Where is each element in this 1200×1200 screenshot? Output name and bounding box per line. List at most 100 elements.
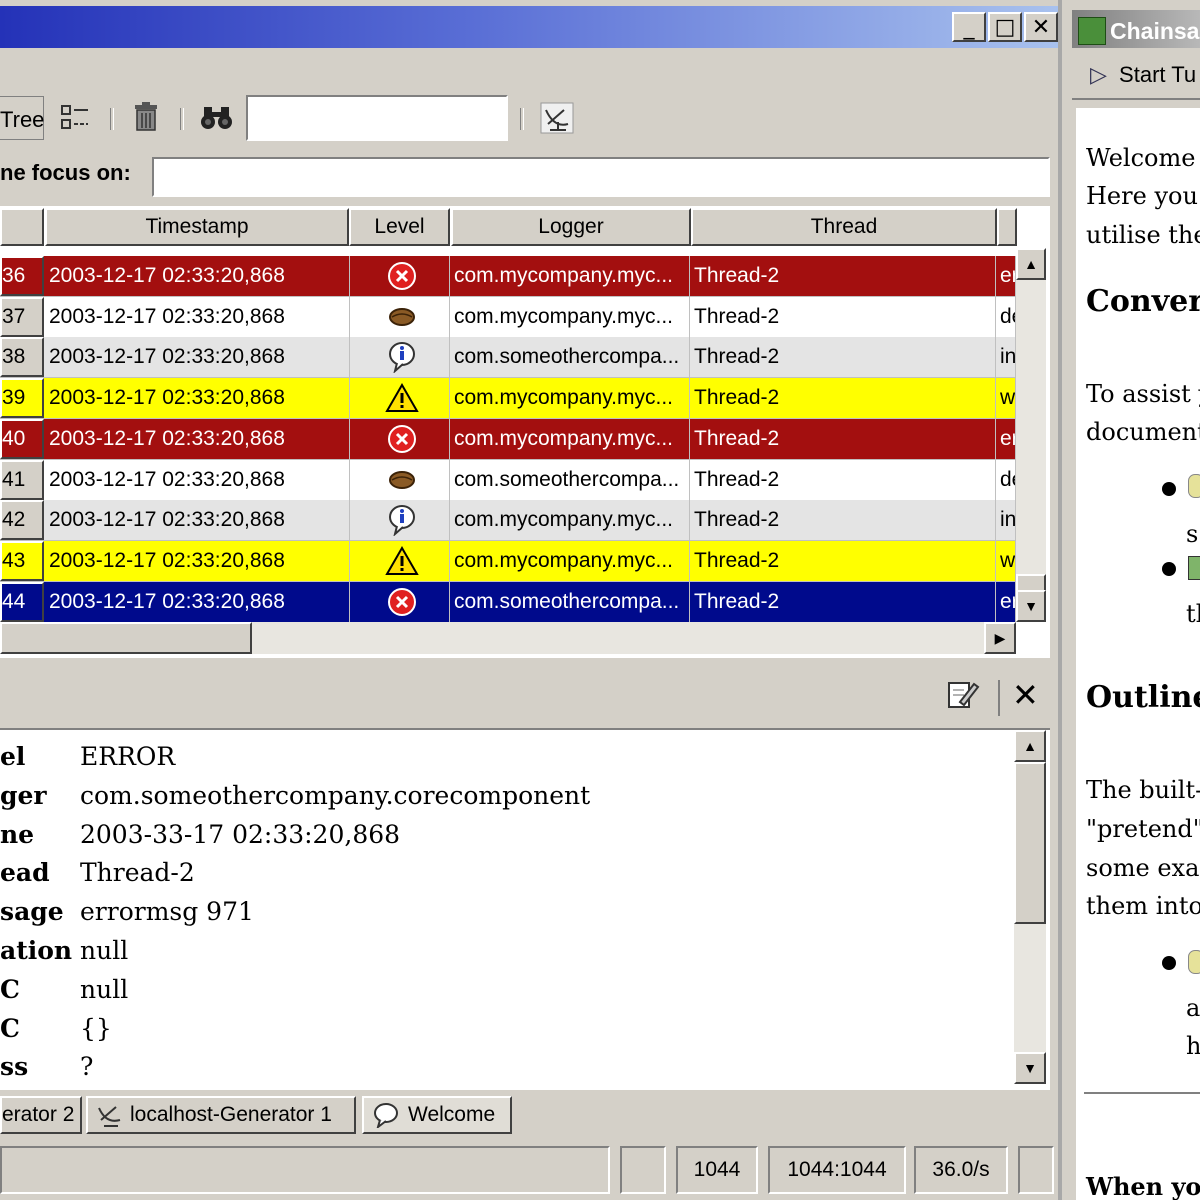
detail-layout-button[interactable] — [60, 104, 90, 137]
help-divider — [1084, 1092, 1200, 1094]
detail-scroll-down-button[interactable]: ▼ — [1014, 1052, 1046, 1084]
tab-welcome[interactable]: Welcome — [362, 1096, 512, 1134]
maximize-button[interactable]: □ — [988, 12, 1022, 42]
clear-events-button[interactable] — [132, 102, 160, 137]
tab-label: erator 2 — [2, 1103, 75, 1126]
scroll-down-button[interactable]: ▼ — [1016, 590, 1046, 622]
satellite-dish-icon — [540, 102, 574, 134]
timestamp-cell: 2003-12-17 02:33:20,868 — [45, 337, 350, 378]
list-layout-icon — [61, 105, 88, 129]
status-extra — [1018, 1146, 1054, 1194]
table-row[interactable]: 40 2003-12-17 02:33:20,868 com.mycompany.m… — [0, 418, 1016, 460]
focus-input[interactable] — [152, 157, 1050, 197]
level-cell — [350, 296, 450, 337]
arrow-up-icon: ▲ — [1023, 738, 1037, 754]
thread-cell: Thread-2 — [690, 581, 996, 622]
level-cell — [350, 500, 450, 541]
error-icon — [387, 424, 417, 454]
help-text-line: a — [1186, 994, 1200, 1022]
column-header-level[interactable]: Level — [349, 208, 450, 246]
title-bar[interactable] — [0, 6, 1062, 48]
thread-cell: Thread-2 — [690, 500, 996, 541]
thread-cell: Thread-2 — [690, 256, 996, 296]
event-rows: 36 2003-12-17 02:33:20,868 com.mycompany.m… — [0, 256, 1016, 624]
scroll-up-button[interactable]: ▲ — [1016, 248, 1046, 280]
receiver-button[interactable] — [540, 102, 574, 139]
detail-field-value: com.someothercompany.corecomponent — [80, 780, 591, 810]
table-row[interactable]: 38 2003-12-17 02:33:20,868 com.someotherco… — [0, 337, 1016, 379]
list-bullet — [1162, 956, 1176, 970]
table-row[interactable]: 36 2003-12-17 02:33:20,868 com.mycompany.m… — [0, 256, 1016, 297]
scroll-right-button[interactable]: ▶ — [984, 622, 1016, 654]
message-cell: de — [996, 459, 1016, 500]
tab-generator-2[interactable]: erator 2 — [0, 1096, 82, 1134]
table-vertical-scrollbar[interactable] — [1016, 248, 1046, 622]
column-header-id[interactable] — [0, 208, 44, 246]
message-cell: er — [996, 581, 1016, 622]
start-tutorial-button[interactable]: ▷ Start Tu — [1090, 62, 1196, 88]
minimize-button[interactable]: _ — [952, 12, 986, 42]
find-button[interactable] — [200, 104, 234, 137]
detail-scroll-thumb[interactable] — [1014, 762, 1046, 924]
arrow-up-icon: ▲ — [1024, 256, 1038, 272]
detail-field-value: Thread-2 — [80, 858, 195, 888]
trash-icon — [135, 102, 157, 131]
close-button[interactable]: ✕ — [1024, 12, 1058, 42]
column-header-logger[interactable]: Logger — [451, 208, 691, 246]
table-row[interactable]: 44 2003-12-17 02:33:20,868 com.someotherco… — [0, 581, 1016, 623]
column-header-thread[interactable]: Thread — [691, 208, 997, 246]
row-number-cell: 42 — [0, 500, 44, 541]
table-row[interactable]: 37 2003-12-17 02:33:20,868 com.mycompany.m… — [0, 296, 1016, 338]
table-row[interactable]: 43 2003-12-17 02:33:20,868 com.mycompany.m… — [0, 540, 1016, 582]
thread-cell: Thread-2 — [690, 459, 996, 500]
detail-field-label: ne — [0, 819, 35, 849]
start-tutorial-label: Start Tu — [1119, 62, 1197, 87]
logger-cell: com.someothercompa... — [450, 337, 690, 378]
detail-field-label: ss — [0, 1052, 29, 1082]
column-header-timestamp[interactable]: Timestamp — [45, 208, 349, 246]
help-text-line: s — [1186, 520, 1199, 548]
edit-icon — [948, 682, 980, 708]
row-number-cell: 40 — [0, 418, 44, 459]
column-header-message[interactable] — [997, 208, 1017, 246]
horizontal-scroll-thumb[interactable] — [0, 622, 252, 654]
help-heading: Outline — [1086, 680, 1200, 715]
help-window-title-bar[interactable]: Chainsa — [1072, 10, 1200, 48]
column-header-label: Level — [374, 215, 425, 238]
close-icon: ✕ — [1012, 676, 1039, 714]
level-cell — [350, 459, 450, 500]
find-input[interactable] — [246, 95, 508, 141]
tree-toggle-button[interactable]: Tree — [0, 96, 44, 140]
table-row[interactable]: 41 2003-12-17 02:33:20,868 com.someotherco… — [0, 459, 1016, 501]
help-text-line: Here you v — [1086, 182, 1200, 210]
table-row[interactable]: 42 2003-12-17 02:33:20,868 com.mycompany.m… — [0, 500, 1016, 542]
help-text-line: To assist y — [1086, 380, 1200, 408]
chainsaw-app-icon — [1078, 16, 1106, 45]
edit-detail-button[interactable] — [946, 678, 980, 715]
minimize-icon: _ — [963, 14, 975, 40]
column-header-label: Thread — [810, 215, 878, 238]
timestamp-cell: 2003-12-17 02:33:20,868 — [45, 581, 350, 622]
detail-field-value: ERROR — [80, 742, 176, 771]
play-icon: ▷ — [1090, 62, 1107, 87]
table-row[interactable]: 39 2003-12-17 02:33:20,868 com.mycompany.m… — [0, 378, 1016, 420]
detail-field-label: ation — [0, 936, 73, 965]
message-cell: w — [996, 378, 1016, 419]
detail-scroll-up-button[interactable]: ▲ — [1014, 730, 1046, 762]
level-cell — [350, 540, 450, 581]
detail-field-label: sage — [0, 897, 64, 927]
message-cell: er — [996, 256, 1016, 296]
tab-label: Welcome — [408, 1103, 496, 1126]
info-icon — [387, 504, 417, 537]
detail-field-label: C — [0, 1013, 20, 1043]
list-bullet — [1162, 562, 1176, 576]
chainsaw-main-window: _ □ ✕ Tree ne focus on: Timestamp Level … — [0, 0, 1062, 1200]
logger-cell: com.mycompany.myc... — [450, 256, 690, 296]
tab-localhost-generator-1[interactable]: localhost-Generator 1 — [86, 1096, 356, 1134]
close-detail-button[interactable]: ✕ — [1012, 676, 1039, 714]
detail-field-value: 2003-33-17 02:33:20,868 — [80, 819, 401, 849]
help-text-line: them into — [1086, 892, 1200, 920]
help-text-line: documenta — [1086, 418, 1200, 446]
help-text-line: "pretend" l — [1086, 815, 1200, 843]
binoculars-icon — [201, 107, 232, 129]
